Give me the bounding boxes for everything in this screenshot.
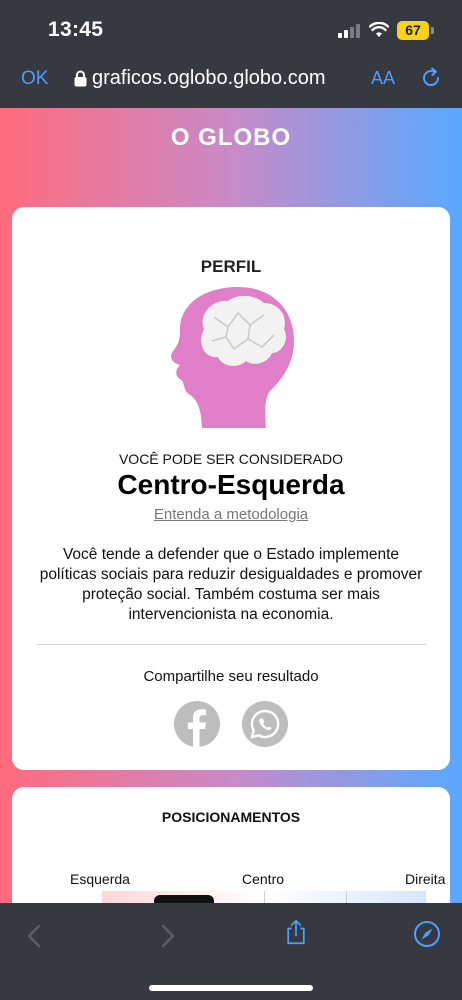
- head-brain-illustration: [171, 287, 294, 428]
- brand-logo[interactable]: O GLOBO: [0, 124, 462, 152]
- share-whatsapp-button[interactable]: [242, 701, 288, 747]
- considered-label: VOCÊ PODE SER CONSIDERADO: [118, 451, 344, 467]
- back-icon[interactable]: [22, 923, 48, 949]
- status-bar: 13:45 67: [0, 0, 462, 58]
- lock-icon: [74, 70, 87, 87]
- divider: [36, 644, 426, 645]
- home-indicator[interactable]: [149, 985, 313, 991]
- scale-label-left: Esquerda: [70, 871, 130, 887]
- profile-description: Você tende a defender que o Estado imple…: [39, 546, 423, 623]
- reload-icon[interactable]: [419, 66, 443, 90]
- methodology-link[interactable]: Entenda a metodologia: [12, 506, 450, 523]
- compass-icon[interactable]: [413, 920, 441, 948]
- browser-bottom-toolbar: [0, 903, 462, 1000]
- battery-tip: [431, 27, 434, 34]
- battery-level: 67: [397, 21, 429, 40]
- share-facebook-button[interactable]: [174, 701, 220, 747]
- address-bar[interactable]: OK graficos.oglobo.globo.com AA: [0, 58, 462, 102]
- share-icon[interactable]: [283, 919, 309, 945]
- positions-title: POSICIONAMENTOS: [161, 809, 301, 825]
- cellular-signal-icon: [338, 24, 362, 38]
- result-value: Centro-Esquerda: [117, 469, 345, 500]
- done-button[interactable]: OK: [21, 68, 48, 90]
- facebook-icon: [187, 709, 207, 747]
- wifi-icon: [369, 22, 389, 37]
- share-label: Compartilhe seu resultado: [143, 668, 319, 685]
- whatsapp-icon: [250, 709, 280, 739]
- status-time: 13:45: [48, 18, 104, 41]
- url-text[interactable]: graficos.oglobo.globo.com: [92, 67, 354, 90]
- scale-label-center: Centro: [242, 871, 285, 887]
- browser-top-chrome: 13:45 67 OK graficos.oglobo.globo.com AA: [0, 0, 462, 108]
- text-size-button[interactable]: AA: [371, 68, 395, 89]
- profile-card: PERFIL VOCÊ PODE SER CONSIDERADO Centro-…: [12, 207, 450, 770]
- scale-label-right: Direita: [405, 871, 446, 887]
- forward-icon[interactable]: [154, 923, 180, 949]
- profile-title: PERFIL: [200, 257, 262, 276]
- site-header: O GLOBO: [0, 108, 462, 166]
